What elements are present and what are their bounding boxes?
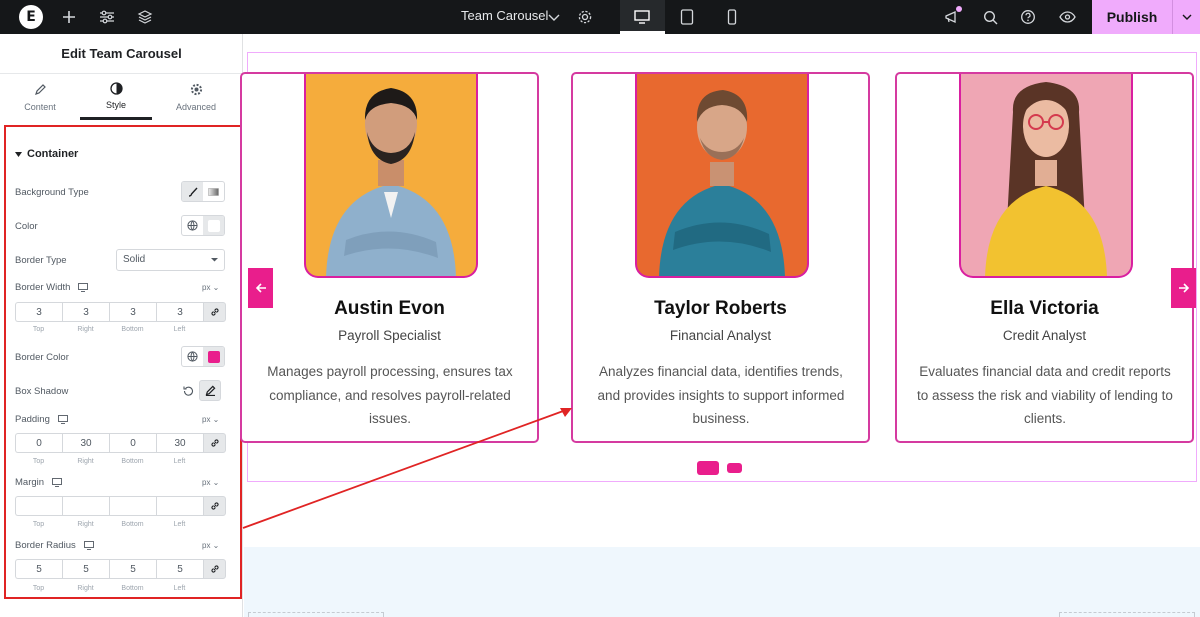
annotation-arrow [242,408,572,529]
